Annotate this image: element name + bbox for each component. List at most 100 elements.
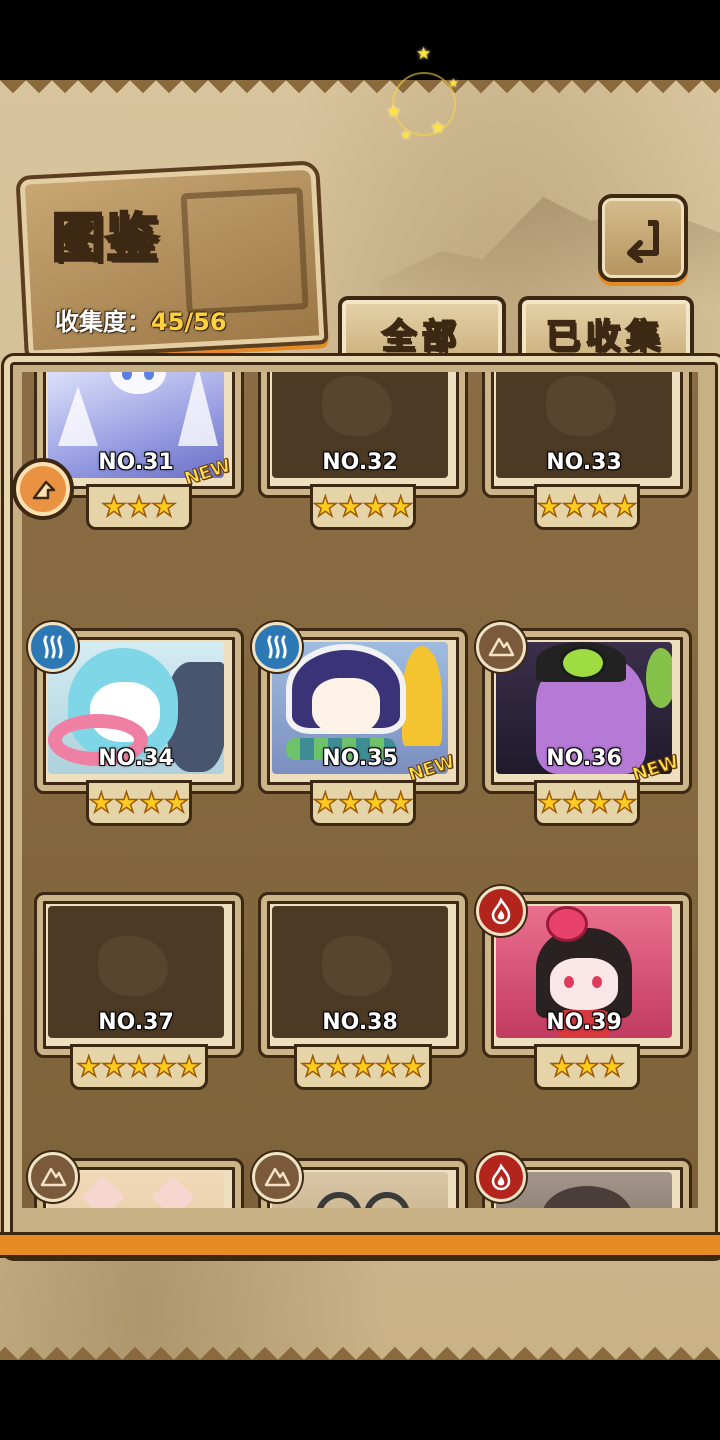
star-icon: ★ <box>611 490 638 523</box>
star-rating: ★ ★ ★ ★ <box>534 484 640 530</box>
card-no38[interactable]: NO.38 ★ ★ ★ ★ ★ <box>258 892 468 1090</box>
card-number: NO.32 <box>322 450 398 475</box>
star-rating: ★ ★ ★ <box>86 484 192 530</box>
ice-shard <box>178 372 218 446</box>
star-icon: ★ <box>387 490 414 523</box>
water-element-badge <box>252 622 302 672</box>
water-waves-icon <box>267 635 287 659</box>
star-icon: ★ <box>113 786 140 819</box>
star-icon: ★ <box>101 490 128 523</box>
star-icon: ★ <box>337 490 364 523</box>
portrait-eye <box>592 976 602 988</box>
card-no34[interactable]: NO.34 ★ ★ ★ ★ <box>28 622 244 826</box>
fire-element-badge <box>476 1152 526 1202</box>
star-icon: ★ <box>536 490 563 523</box>
portrait-face <box>110 372 166 394</box>
earth-mountain-icon <box>488 637 515 657</box>
water-waves-icon <box>43 635 63 659</box>
star-icon: ★ <box>362 786 389 819</box>
star-icon: ★ <box>561 490 588 523</box>
star-icon: ★ <box>337 786 364 819</box>
bottom-zigzag-border <box>0 1334 720 1360</box>
portrait-horn <box>646 648 672 708</box>
star-rating: ★ ★ ★ <box>534 1044 640 1090</box>
card-no37[interactable]: NO.37 ★ ★ ★ ★ ★ <box>34 892 244 1090</box>
back-arrow-icon <box>627 220 659 263</box>
star-icon: ★ <box>448 76 459 90</box>
collection-label: 收集度： <box>55 308 151 336</box>
star-icon: ★ <box>549 1050 576 1083</box>
star-rating: ★ ★ ★ ★ ★ <box>70 1044 208 1090</box>
arrow-badge-icon <box>32 480 56 500</box>
star-rating: ★ ★ ★ ★ <box>310 780 416 826</box>
portrait-staff <box>402 646 442 746</box>
card-number: NO.38 <box>322 1010 398 1035</box>
star-icon: ★ <box>611 786 638 819</box>
earth-element-badge <box>252 1152 302 1202</box>
star-icon: ★ <box>126 1050 153 1083</box>
collection-progress: 收集度：45/56 <box>55 302 227 337</box>
star-rating: ★ ★ ★ ★ <box>534 780 640 826</box>
portrait-face <box>550 958 618 1010</box>
panel-bottom-trim <box>0 1232 720 1258</box>
star-icon: ★ <box>416 44 432 64</box>
star-icon: ★ <box>362 490 389 523</box>
star-icon: ★ <box>386 102 402 122</box>
card-no35[interactable]: NO.35 NEW ★ ★ ★ ★ <box>252 622 468 826</box>
card-no33[interactable]: NO.33 ★ ★ ★ ★ <box>482 372 692 530</box>
star-icon: ★ <box>163 786 190 819</box>
earth-mountain-icon <box>40 1167 67 1187</box>
star-rating: ★ ★ ★ ★ <box>310 484 416 530</box>
card-no39[interactable]: NO.39 ★ ★ ★ <box>476 886 692 1090</box>
water-element-badge <box>28 622 78 672</box>
card-number: NO.37 <box>98 1010 174 1035</box>
star-icon: ★ <box>151 490 178 523</box>
star-rating: ★ ★ ★ ★ <box>86 780 192 826</box>
star-icon: ★ <box>574 1050 601 1083</box>
star-icon: ★ <box>138 786 165 819</box>
star-rating: ★ ★ ★ ★ ★ <box>294 1044 432 1090</box>
star-icon: ★ <box>561 786 588 819</box>
fire-flame-icon <box>491 897 511 925</box>
card-row4-2[interactable] <box>252 1152 468 1208</box>
fire-element-badge <box>476 886 526 936</box>
portrait-eye <box>564 976 574 988</box>
star-icon: ★ <box>151 1050 178 1083</box>
earth-element-badge <box>28 1152 78 1202</box>
star-icon: ★ <box>350 1050 377 1083</box>
star-icon: ★ <box>400 128 412 143</box>
collection-value: 45/56 <box>151 308 227 336</box>
sparkle-ring <box>392 72 456 136</box>
card-row4-1[interactable] <box>28 1152 244 1208</box>
star-icon: ★ <box>387 786 414 819</box>
star-icon: ★ <box>101 1050 128 1083</box>
card-number: NO.34 <box>98 746 174 771</box>
card-no36[interactable]: NO.36 NEW ★ ★ ★ ★ <box>476 622 692 826</box>
star-icon: ★ <box>88 786 115 819</box>
top-zigzag-border <box>0 80 720 106</box>
ice-shard <box>58 386 98 446</box>
sparkle-stars-decoration: ★ ★ ★ ★ ★ <box>380 44 470 144</box>
star-icon: ★ <box>312 786 339 819</box>
star-icon: ★ <box>375 1050 402 1083</box>
card-grid[interactable]: NO.31 NEW ★ ★ ★ NO.32 ★ ★ ★ ★ NO.33 ★ ★ ★ ★ NO.3… <box>22 372 698 1208</box>
card-number: NO.33 <box>546 450 622 475</box>
star-icon: ★ <box>400 1050 427 1083</box>
card-row4-3[interactable] <box>476 1152 692 1208</box>
star-icon: ★ <box>599 1050 626 1083</box>
portrait-flower <box>546 906 588 942</box>
side-scroll-badge[interactable] <box>12 458 74 520</box>
star-icon: ★ <box>299 1050 326 1083</box>
star-icon: ★ <box>586 786 613 819</box>
star-icon: ★ <box>430 118 446 138</box>
star-icon: ★ <box>586 490 613 523</box>
portrait-face <box>312 678 380 734</box>
star-icon: ★ <box>176 1050 203 1083</box>
earth-mountain-icon <box>264 1167 291 1187</box>
star-icon: ★ <box>312 490 339 523</box>
page-title: 图鉴 <box>50 208 161 271</box>
back-button[interactable] <box>598 194 688 282</box>
card-no32[interactable]: NO.32 ★ ★ ★ ★ <box>258 372 468 530</box>
star-icon: ★ <box>75 1050 102 1083</box>
card-number: NO.39 <box>546 1010 622 1035</box>
